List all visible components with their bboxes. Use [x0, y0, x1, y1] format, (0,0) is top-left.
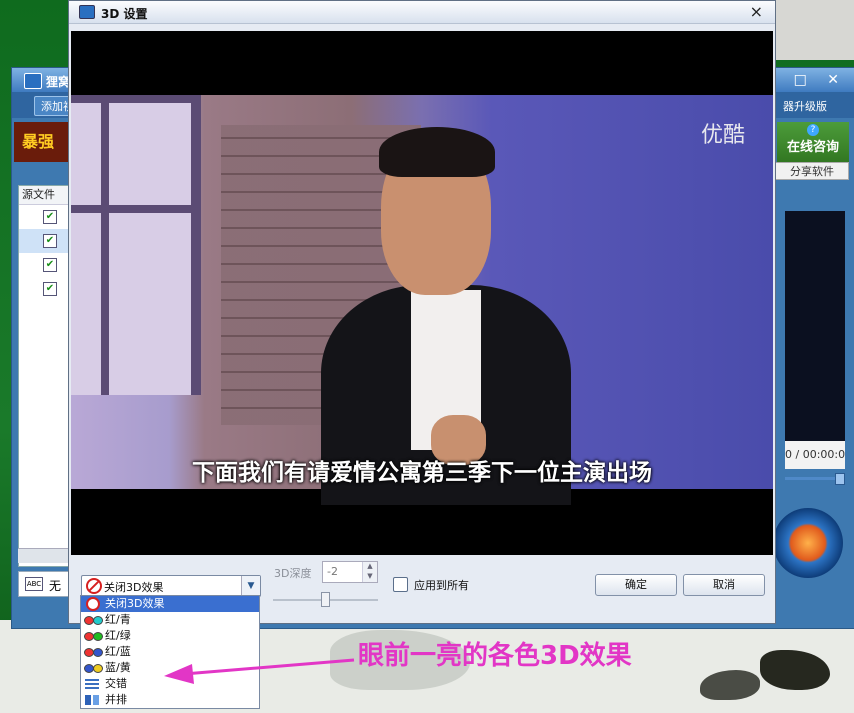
background-app-title: 狸窝: [46, 75, 71, 89]
dropdown-option[interactable]: 关闭3D效果: [81, 596, 259, 612]
dropdown-option[interactable]: 并排: [81, 692, 259, 708]
chevron-down-icon[interactable]: ▼: [241, 576, 260, 596]
dropdown-option-label: 并排: [105, 693, 127, 706]
dropdown-option-label: 交错: [105, 677, 127, 690]
annotation-arrow: [164, 658, 355, 684]
checkbox[interactable]: ✔: [43, 282, 57, 296]
dropdown-option-label: 关闭3D效果: [105, 597, 165, 610]
upgrade-link[interactable]: 器升级版: [783, 98, 827, 114]
ok-button[interactable]: 确定: [595, 574, 677, 596]
online-consult-label: 在线咨询: [786, 140, 839, 155]
subtitle-icon: ABC: [25, 577, 43, 591]
volume-track: [785, 477, 835, 480]
dropdown-option-label: 红/绿: [105, 629, 131, 642]
dropdown-option[interactable]: 红/青: [81, 612, 259, 628]
depth-label: 3D深度: [274, 567, 312, 580]
subtitle-value: 无: [49, 579, 62, 593]
stepper-down-icon[interactable]: ▼: [362, 572, 377, 582]
video-watermark: 优酷: [700, 123, 745, 148]
app-logo-icon: [79, 5, 95, 19]
preview-screen: [785, 211, 845, 441]
no-entry-icon: [86, 578, 102, 594]
glasses-icon: [84, 664, 103, 673]
3d-effect-value: 关闭3D效果: [104, 581, 164, 594]
depth-stepper[interactable]: -2 ▲ ▼: [322, 561, 378, 583]
glasses-icon: [84, 648, 103, 657]
no-entry-icon: [86, 597, 100, 611]
3d-effect-select[interactable]: 关闭3D效果 ▼: [81, 575, 261, 597]
desktop-icon-area: [772, 0, 854, 60]
close-icon[interactable]: ×: [750, 2, 763, 21]
depth-slider[interactable]: [273, 592, 378, 607]
video-subtitle: 下面我们有请爱情公寓第三季下一位主演出场: [192, 460, 652, 486]
annotation-text: 眼前一亮的各色3D效果: [358, 641, 632, 671]
share-software-button[interactable]: 分享软件: [775, 162, 849, 180]
apply-all-label: 应用到所有: [414, 579, 469, 592]
dialog-titlebar[interactable]: 3D 设置 ×: [69, 1, 775, 24]
time-display: 0 / 00:00:00: [785, 441, 845, 469]
volume-knob[interactable]: [835, 473, 845, 485]
dialog-title: 3D 设置: [101, 7, 148, 21]
convert-button[interactable]: [773, 508, 843, 578]
glasses-icon: [84, 632, 103, 641]
stepper-up-icon[interactable]: ▲: [362, 562, 377, 572]
dropdown-option-label: 红/蓝: [105, 645, 131, 658]
3d-settings-dialog: 3D 设置 × 优酷 下面我们有请爱情公寓第三季下一位主演出场 关闭3D效果 ▼…: [68, 0, 776, 624]
glasses-icon: [84, 616, 103, 625]
checkbox[interactable]: ✔: [43, 210, 57, 224]
video-preview: 优酷 下面我们有请爱情公寓第三季下一位主演出场: [71, 31, 773, 555]
dropdown-option-label: 红/青: [105, 613, 131, 626]
depth-value: -2: [327, 565, 338, 578]
checkbox[interactable]: ✔: [43, 234, 57, 248]
stage-window: [71, 95, 201, 395]
volume-slider[interactable]: [785, 473, 845, 485]
dropdown-option-label: 蓝/黄: [105, 661, 131, 674]
apply-all-checkbox[interactable]: [393, 577, 408, 592]
checkbox[interactable]: ✔: [43, 258, 57, 272]
depth-slider-knob[interactable]: [321, 592, 330, 607]
cancel-button[interactable]: 取消: [683, 574, 765, 596]
app-logo-icon: [24, 73, 42, 89]
video-frame: 优酷 下面我们有请爱情公寓第三季下一位主演出场: [71, 95, 773, 505]
presenter: [301, 127, 581, 505]
help-icon: ?: [807, 124, 819, 136]
promo-banner[interactable]: 暴强: [14, 122, 72, 162]
side-by-side-icon: [85, 695, 99, 705]
interlace-icon: [85, 679, 99, 689]
